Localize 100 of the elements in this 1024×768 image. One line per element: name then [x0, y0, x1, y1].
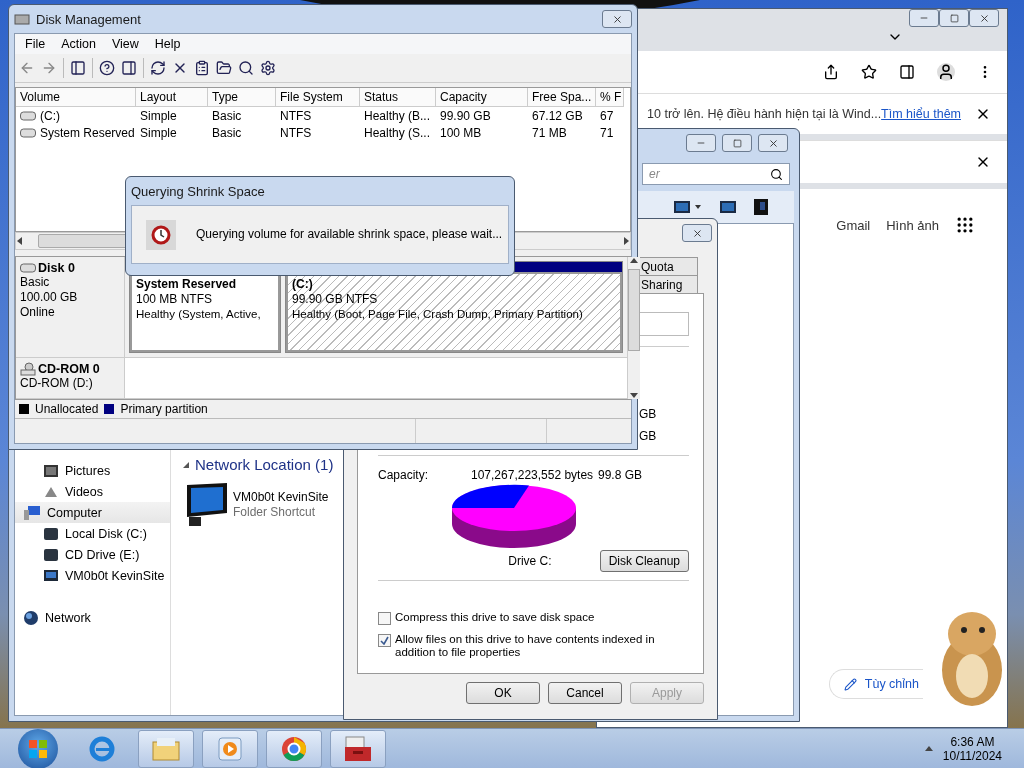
partition-size: 99.90 GB NTFS [292, 292, 379, 307]
column-header[interactable]: Capacity [436, 88, 528, 107]
refresh-icon[interactable] [150, 60, 166, 76]
column-header[interactable]: Status [360, 88, 436, 107]
folder-icon[interactable] [216, 60, 232, 76]
nav-item[interactable]: Pictures [15, 460, 170, 481]
menu-item[interactable]: View [105, 37, 145, 51]
menu-item[interactable]: Help [148, 37, 187, 51]
star-icon[interactable] [861, 64, 877, 80]
close-button[interactable] [969, 9, 999, 27]
menu-item[interactable]: Action [55, 37, 102, 51]
minimize-button[interactable] [686, 134, 716, 152]
partition-name: System Reserved [136, 277, 238, 292]
partition-status: Healthy (Boot, Page File, Crash Dump, Primary Partition) [292, 307, 584, 322]
table-cell: NTFS [280, 125, 312, 140]
disk-name[interactable]: CD-ROM 0 [20, 362, 120, 376]
panel-icon[interactable] [121, 60, 137, 76]
menu-item[interactable]: File [19, 37, 52, 51]
back-icon[interactable] [19, 60, 35, 76]
search-icon[interactable] [238, 60, 254, 76]
scroll-up-icon[interactable] [630, 257, 638, 265]
close-icon [691, 227, 703, 239]
nav-item[interactable]: VM0b0t KevinSite [15, 565, 170, 586]
capacity-bytes: 107,267,223,552 bytes [471, 468, 595, 482]
scroll-right-icon[interactable] [622, 237, 630, 245]
disk-cleanup-button[interactable]: Disk Cleanup [599, 550, 689, 572]
customize-button[interactable]: Tùy chỉnh [828, 669, 923, 699]
windows-logo-icon [27, 737, 49, 760]
share-icon[interactable] [823, 64, 839, 80]
nav-item[interactable]: Computer [15, 502, 170, 523]
clock-time: 6:36 AM [950, 734, 995, 749]
item-type: Folder Shortcut [233, 504, 317, 519]
close-button[interactable] [682, 224, 712, 242]
table-cell: NTFS [280, 108, 312, 123]
taskbar-button[interactable] [266, 729, 322, 768]
partition-size: 100 MB NTFS [136, 292, 214, 307]
computer-icon [23, 504, 41, 521]
close-icon [767, 137, 779, 149]
partition-status: Healthy (System, Active, [136, 307, 262, 322]
drive-icon [20, 110, 36, 121]
collapse-icon[interactable] [183, 461, 189, 468]
tray-arrow-icon[interactable] [924, 744, 933, 753]
maximize-button[interactable] [722, 134, 752, 152]
close-button[interactable] [758, 134, 788, 152]
table-cell: 99.90 GB [440, 108, 491, 123]
column-header[interactable]: Type [208, 88, 276, 107]
folder-icon [151, 735, 181, 762]
column-header[interactable]: Layout [136, 88, 208, 107]
group-heading[interactable]: Network Location (1) [195, 456, 334, 473]
disk-detail: 100.00 GB [20, 290, 79, 305]
side-panel-icon[interactable] [899, 64, 915, 80]
close-icon [978, 12, 990, 24]
drive-label: Drive C: [508, 553, 552, 569]
nav-item[interactable]: CD Drive (E:) [15, 544, 170, 565]
header-link[interactable]: Gmail [836, 217, 871, 233]
column-header[interactable]: Volume [16, 88, 136, 107]
help-icon[interactable] [99, 60, 115, 76]
column-header[interactable]: File System [276, 88, 360, 107]
checkbox-label[interactable]: Compress this drive to save disk space [395, 611, 595, 624]
checkbox[interactable] [378, 612, 391, 625]
column-header[interactable]: % F [596, 88, 624, 107]
taskbar-button[interactable] [330, 729, 386, 768]
search-field[interactable]: er [642, 163, 790, 185]
browser-e-icon [88, 734, 116, 763]
profile-icon[interactable] [937, 63, 955, 81]
scroll-left-icon[interactable] [16, 237, 24, 245]
forward-icon[interactable] [41, 60, 57, 76]
checkbox-label[interactable]: Allow files on this drive to have contents indexed in addition to file properties [395, 633, 689, 659]
size-value: GB [639, 406, 658, 423]
header-link[interactable]: Hình ảnh [886, 217, 939, 233]
maximize-icon [949, 13, 959, 23]
drive-icon [20, 127, 36, 138]
learn-more-link[interactable]: Tìm hiểu thêm [881, 107, 961, 121]
maximize-button[interactable] [939, 9, 969, 27]
vertical-scrollbar[interactable] [627, 257, 640, 399]
nav-item[interactable]: Local Disk (C:) [15, 523, 170, 544]
apps-grid-icon[interactable] [955, 215, 975, 235]
item-name[interactable]: VM0b0t KevinSite [233, 489, 329, 505]
minimize-button[interactable] [909, 9, 939, 27]
dialog-button[interactable]: Cancel [548, 682, 622, 704]
panel-icon[interactable] [70, 60, 86, 76]
nav-item[interactable]: Network [15, 607, 170, 628]
chrome-icon [280, 734, 308, 763]
column-header[interactable]: Free Spa... [528, 88, 596, 107]
window-title: Disk Management [36, 11, 141, 27]
disk-name[interactable]: Disk 0 [20, 261, 120, 275]
drive-icon [43, 547, 59, 562]
dialog-button[interactable]: OK [466, 682, 540, 704]
properties-icon[interactable] [194, 60, 210, 76]
checkmark-icon [380, 636, 389, 645]
scroll-down-icon[interactable] [630, 391, 638, 399]
size-value: GB [639, 428, 658, 445]
pane-icon[interactable] [720, 200, 736, 214]
info-message: 10 trở lên. Hệ điều hành hiện tại là Wind... [647, 107, 882, 121]
view-icon[interactable] [674, 200, 702, 214]
start-button[interactable] [18, 728, 58, 768]
close-button[interactable] [602, 10, 632, 28]
nav-item[interactable]: Videos [15, 481, 170, 502]
settings-icon[interactable] [260, 60, 276, 76]
checkbox[interactable] [378, 634, 391, 647]
